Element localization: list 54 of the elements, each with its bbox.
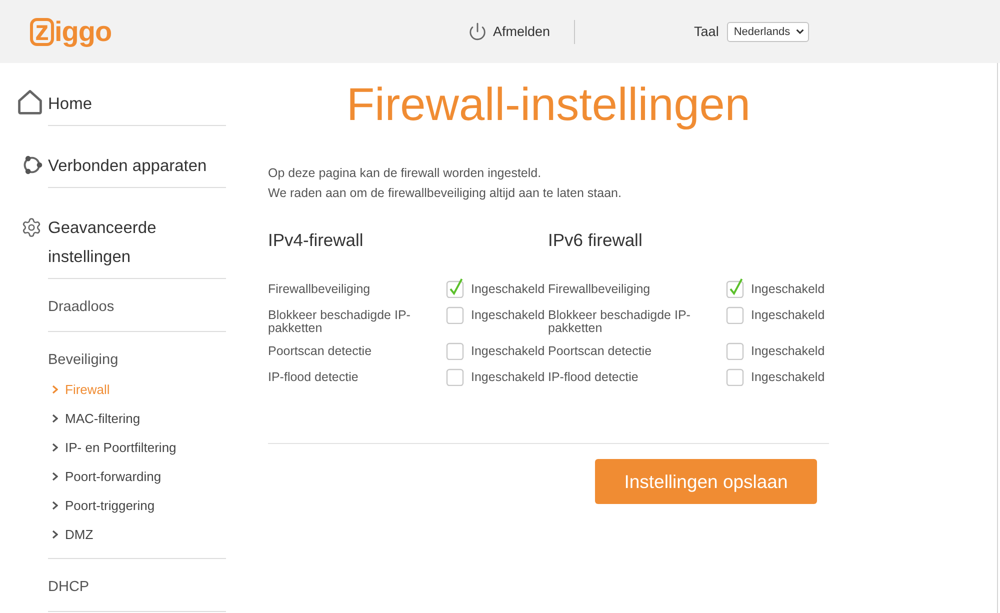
sidebar-link[interactable]: MAC-filtering [52, 404, 140, 433]
chevron-down-icon [796, 29, 804, 34]
setting-label: IP-flood detectie [548, 371, 640, 384]
power-icon [468, 22, 487, 41]
home-icon [18, 90, 42, 115]
setting-label: Blokkeer beschadigde IP-pakketten [268, 309, 412, 334]
chevron-right-icon [52, 530, 58, 539]
section-heading: IPv4-firewall [268, 229, 364, 252]
checkbox[interactable] [726, 340, 744, 360]
chevron-right-icon [52, 414, 58, 423]
page-title: Firewall-instellingen [346, 77, 752, 131]
chevron-right-icon [52, 472, 58, 481]
setting-label: IP-flood detectie [268, 371, 360, 384]
checkbox[interactable] [446, 340, 464, 360]
checkbox-label: Ingeschakeld [751, 371, 826, 384]
chevron-right-icon [52, 385, 58, 394]
settings-icon [21, 217, 42, 238]
checkbox-label: Ingeschakeld [471, 371, 546, 384]
sidebar-link[interactable]: Draadloos [48, 293, 114, 322]
checkbox[interactable] [726, 304, 744, 324]
chevron-right-icon [52, 501, 58, 510]
setting-label: Firewallbeveiliging [548, 283, 652, 296]
checkbox[interactable] [726, 278, 744, 298]
checkbox[interactable] [446, 366, 464, 386]
setting-label: Firewallbeveiliging [268, 283, 372, 296]
sidebar-link[interactable]: Poort-forwarding [52, 462, 162, 491]
sidebar-link[interactable]: DMZ [52, 520, 94, 549]
checkbox-label: Ingeschakeld [471, 283, 546, 296]
sidebar-link[interactable]: Beveiliging [48, 346, 118, 375]
intro-text: Op deze pagina kan de firewall worden ingesteld. [268, 165, 542, 182]
checkbox-label: Ingeschakeld [751, 283, 826, 296]
checkbox-label: Ingeschakeld [471, 309, 546, 322]
setting-label: Blokkeer beschadigde IP-pakketten [548, 309, 692, 334]
sidebar-link[interactable]: Geavanceerde instellingen [48, 214, 226, 272]
sidebar-link[interactable]: Home [48, 90, 92, 119]
intro-text: We raden aan om de firewallbeveiliging altijd aan te laten staan. [268, 185, 622, 202]
setting-label: Poortscan detectie [268, 345, 373, 358]
setting-label: Poortscan detectie [548, 345, 653, 358]
language-label: Taal [694, 24, 719, 39]
checkbox[interactable] [726, 366, 744, 386]
checkbox[interactable] [446, 304, 464, 324]
sidebar-link[interactable]: Poort-triggering [52, 491, 155, 520]
sidebar-link[interactable]: DHCP [48, 573, 90, 602]
language-select[interactable]: Nederlands [726, 22, 809, 42]
checkbox-label: Ingeschakeld [471, 345, 546, 358]
checkbox-label: Ingeschakeld [751, 309, 826, 322]
sidebar-link[interactable]: Verbonden apparaten [48, 152, 207, 181]
checkbox-label: Ingeschakeld [751, 345, 826, 358]
logout-button[interactable]: Afmelden [468, 22, 550, 41]
checkbox[interactable] [446, 278, 464, 298]
section-heading: IPv6 firewall [548, 229, 642, 252]
chevron-right-icon [52, 443, 58, 452]
sidebar-link[interactable]: IP- en Poortfiltering [52, 433, 176, 462]
connection-ring-icon [22, 155, 43, 175]
